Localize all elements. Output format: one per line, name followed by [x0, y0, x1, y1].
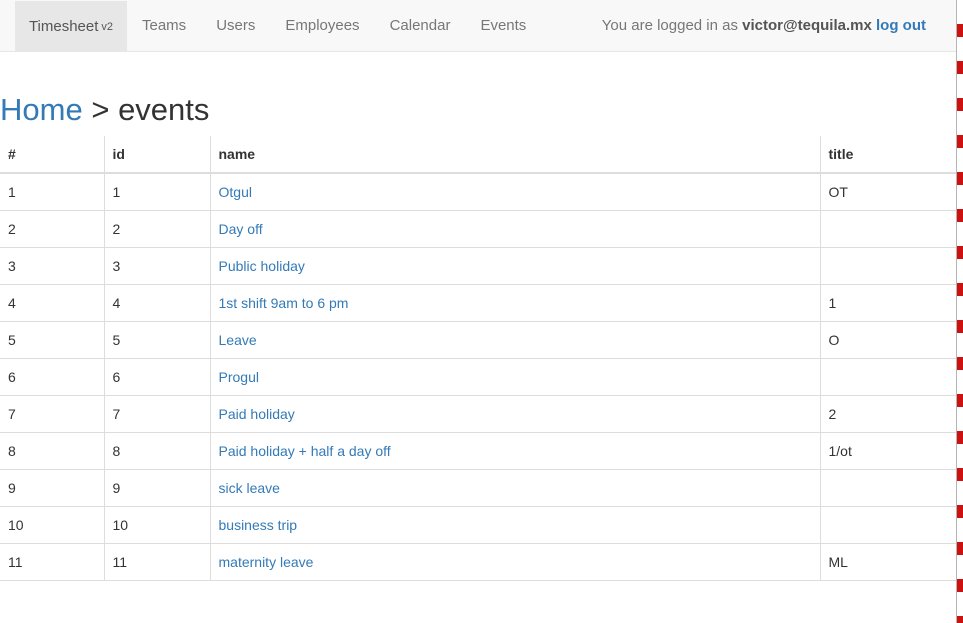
event-name-cell: Paid holiday + half a day off [209, 432, 820, 470]
event-name-link[interactable]: sick leave [219, 480, 280, 496]
event-id-cell: 1 [103, 173, 210, 211]
column-header-index: # [0, 136, 104, 174]
table-row: 9 9 sick leave [0, 469, 956, 507]
event-name-cell: sick leave [209, 469, 820, 507]
table-row: 10 10 business trip [0, 506, 956, 544]
nav-link-users[interactable]: Users [201, 0, 270, 52]
event-name-link[interactable]: Public holiday [219, 258, 305, 274]
event-name-cell: Public holiday [209, 247, 820, 285]
event-id-cell: 3 [103, 247, 210, 285]
row-index-cell: 5 [0, 321, 104, 359]
nav-links: Teams Users Employees Calendar Events [127, 0, 541, 52]
event-name-cell: 1st shift 9am to 6 pm [209, 284, 820, 322]
event-title-cell: 1 [819, 284, 956, 322]
event-id-cell: 10 [103, 506, 210, 544]
table-header-row: # id name title [0, 136, 956, 174]
nav-link-events[interactable]: Events [465, 0, 541, 52]
top-navbar: Timesheet v2 Teams Users Employees Calen… [0, 0, 956, 52]
table-row: 6 6 Progul [0, 358, 956, 396]
event-name-link[interactable]: 1st shift 9am to 6 pm [219, 295, 349, 311]
user-email: victor@tequila.mx [742, 17, 872, 34]
row-index-cell: 8 [0, 432, 104, 470]
nav-link-employees[interactable]: Employees [270, 0, 374, 52]
table-row: 8 8 Paid holiday + half a day off 1/ot [0, 432, 956, 470]
login-info: You are logged in as victor@tequila.mx l… [602, 0, 926, 52]
event-id-cell: 7 [103, 395, 210, 433]
row-index-cell: 9 [0, 469, 104, 507]
event-title-cell [819, 247, 956, 285]
row-index-cell: 1 [0, 173, 104, 211]
window-edge-strip [956, 0, 963, 623]
event-id-cell: 6 [103, 358, 210, 396]
brand-version: v2 [101, 21, 114, 33]
event-name-link[interactable]: Otgul [219, 184, 252, 200]
event-title-cell: OT [819, 173, 956, 211]
row-index-cell: 10 [0, 506, 104, 544]
event-name-link[interactable]: business trip [219, 517, 298, 533]
event-title-cell [819, 506, 956, 544]
breadcrumb-current: events [118, 92, 210, 127]
row-index-cell: 3 [0, 247, 104, 285]
row-index-cell: 2 [0, 210, 104, 248]
event-name-link[interactable]: Leave [219, 332, 257, 348]
nav-link-teams[interactable]: Teams [127, 0, 201, 52]
table-row: 1 1 Otgul OT [0, 173, 956, 211]
login-prefix: You are logged in as [601, 17, 738, 34]
event-name-cell: maternity leave [209, 543, 820, 581]
event-title-cell [819, 358, 956, 396]
column-header-name: name [209, 136, 820, 174]
event-id-cell: 4 [103, 284, 210, 322]
event-id-cell: 2 [103, 210, 210, 248]
event-id-cell: 5 [103, 321, 210, 359]
brand-name: Timesheet [28, 17, 99, 35]
row-index-cell: 11 [0, 543, 104, 581]
event-title-cell [819, 469, 956, 507]
event-title-cell: 2 [819, 395, 956, 433]
event-name-cell: Paid holiday [209, 395, 820, 433]
event-name-link[interactable]: maternity leave [219, 554, 314, 570]
table-row: 3 3 Public holiday [0, 247, 956, 285]
event-name-link[interactable]: Paid holiday [219, 406, 295, 422]
row-index-cell: 6 [0, 358, 104, 396]
nav-link-calendar[interactable]: Calendar [375, 0, 466, 52]
table-row: 2 2 Day off [0, 210, 956, 248]
event-id-cell: 9 [103, 469, 210, 507]
event-name-link[interactable]: Progul [219, 369, 259, 385]
logout-link[interactable]: log out [876, 17, 926, 34]
breadcrumb-home-link[interactable]: Home [0, 92, 83, 127]
event-title-cell: O [819, 321, 956, 359]
table-row: 11 11 maternity leave ML [0, 543, 956, 581]
table-row: 7 7 Paid holiday 2 [0, 395, 956, 433]
event-title-cell [819, 210, 956, 248]
table-row: 4 4 1st shift 9am to 6 pm 1 [0, 284, 956, 322]
column-header-title: title [819, 136, 956, 174]
brand-link[interactable]: Timesheet v2 [15, 1, 127, 51]
events-table: # id name title 1 1 Otgul OT 2 2 Day off 3 3 Publ… [0, 136, 956, 581]
event-name-link[interactable]: Paid holiday + half a day off [219, 443, 391, 459]
event-title-cell: 1/ot [819, 432, 956, 470]
breadcrumb-separator: > [91, 92, 110, 127]
event-name-cell: business trip [209, 506, 820, 544]
event-title-cell: ML [819, 543, 956, 581]
event-name-cell: Leave [209, 321, 820, 359]
event-id-cell: 11 [103, 543, 210, 581]
page-title: Home > events [0, 92, 209, 128]
event-name-cell: Day off [209, 210, 820, 248]
column-header-id: id [103, 136, 210, 174]
event-id-cell: 8 [103, 432, 210, 470]
row-index-cell: 7 [0, 395, 104, 433]
row-index-cell: 4 [0, 284, 104, 322]
event-name-link[interactable]: Day off [219, 221, 263, 237]
event-name-cell: Progul [209, 358, 820, 396]
table-row: 5 5 Leave O [0, 321, 956, 359]
event-name-cell: Otgul [209, 173, 820, 211]
